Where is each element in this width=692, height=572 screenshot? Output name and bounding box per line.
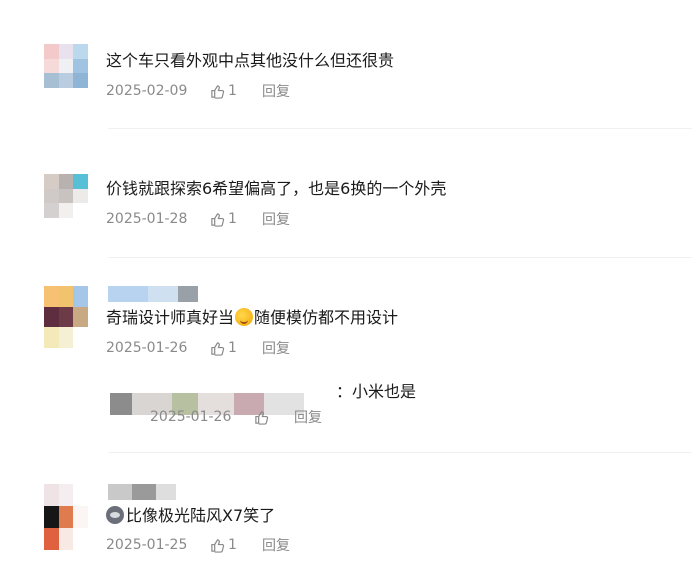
reply-button[interactable]: 回复 xyxy=(262,338,290,358)
thumbs-up-icon xyxy=(211,538,225,553)
avatar[interactable] xyxy=(44,44,88,88)
comment-date: 2025-01-25 xyxy=(106,537,188,553)
like-button[interactable]: 1 xyxy=(210,83,262,99)
comment-text: 价钱就跟探索6希望偏高了，也是6换的一个外壳 xyxy=(106,179,447,198)
avatar[interactable] xyxy=(44,286,88,348)
like-button[interactable]: 1 xyxy=(210,537,262,553)
cat-emoji-icon xyxy=(106,506,124,524)
thumbs-up-icon xyxy=(255,410,269,425)
thumbs-up-icon xyxy=(211,84,225,99)
comment-meta: 2025-01-28 1 回复 xyxy=(106,209,290,229)
like-count: 1 xyxy=(228,211,237,227)
reply-button[interactable]: 回复 xyxy=(294,407,322,427)
comment-text-part: 奇瑞设计师真好当 xyxy=(106,308,235,327)
comment-meta: 2025-01-25 1 回复 xyxy=(106,535,290,555)
like-button[interactable] xyxy=(254,410,294,425)
username-blurred xyxy=(108,286,198,302)
username-blurred xyxy=(108,484,176,500)
laughing-emoji-icon xyxy=(235,308,254,326)
comment-date: 2025-02-09 xyxy=(106,83,188,99)
thumbs-up-icon xyxy=(211,341,225,356)
reply-button[interactable]: 回复 xyxy=(262,535,290,555)
comment-meta: 2025-01-26 1 回复 xyxy=(106,338,290,358)
like-button[interactable]: 1 xyxy=(210,211,262,227)
comment-text-part: 比像极光陆风X7笑了 xyxy=(126,506,276,525)
comment-text: 比像极光陆风X7笑了 xyxy=(106,505,275,527)
avatar[interactable] xyxy=(44,174,88,218)
like-count: 1 xyxy=(228,340,237,356)
comment-text: 奇瑞设计师真好当 随便模仿都不用设计 xyxy=(106,307,398,329)
comment-date: 2025-01-28 xyxy=(106,211,188,227)
reply-meta: 2025-01-26 回复 xyxy=(150,407,322,427)
divider xyxy=(108,452,692,453)
comment-text: 这个车只看外观中点其他没什么但还很贵 xyxy=(106,51,395,70)
like-count: 1 xyxy=(228,83,237,99)
comment-text-part: 随便模仿都不用设计 xyxy=(254,308,399,327)
reply-date: 2025-01-26 xyxy=(150,409,232,425)
like-count: 1 xyxy=(228,537,237,553)
like-button[interactable]: 1 xyxy=(210,340,262,356)
avatar[interactable] xyxy=(44,484,88,550)
divider xyxy=(108,257,692,258)
divider xyxy=(108,128,692,129)
comment-meta: 2025-02-09 1 回复 xyxy=(106,81,290,101)
reply-button[interactable]: 回复 xyxy=(262,209,290,229)
comment-date: 2025-01-26 xyxy=(106,340,188,356)
thumbs-up-icon xyxy=(211,212,225,227)
reply-button[interactable]: 回复 xyxy=(262,81,290,101)
reply-text: ：小米也是 xyxy=(336,382,417,401)
